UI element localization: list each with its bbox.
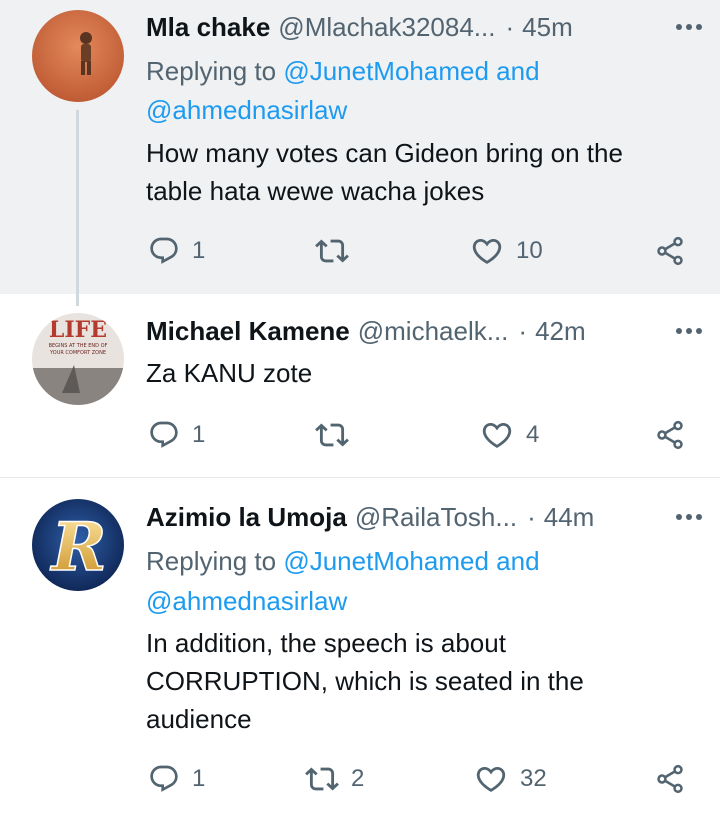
tweet-michael-kamene[interactable]: LIFE BEGINS AT THE END OF YOUR COMFORT Z…: [0, 294, 720, 477]
tweet-text: Za KANU zote: [146, 358, 313, 388]
avatar-text: BEGINS AT THE END OF: [49, 343, 108, 349]
user-handle[interactable]: @michaelk...: [358, 316, 509, 347]
like-button[interactable]: 10: [470, 231, 543, 271]
display-name[interactable]: Azimio la Umoja: [146, 502, 347, 533]
mention-link[interactable]: @ahmednasirlaw: [146, 91, 347, 129]
tweet-text: How many votes can Gideon bring on the: [146, 138, 623, 168]
tweet-text: audience: [146, 704, 252, 734]
share-icon: [654, 419, 686, 451]
share-button[interactable]: [654, 415, 686, 455]
share-icon: [654, 235, 686, 267]
retweet-count: 2: [351, 765, 365, 792]
avatar-letter: R: [50, 508, 107, 586]
reply-icon: [148, 763, 180, 795]
retweet-icon: [305, 762, 339, 796]
retweet-icon: [315, 234, 349, 268]
tweet-text: CORRUPTION, which is seated in the: [146, 666, 584, 696]
heart-icon: [480, 418, 514, 452]
like-count: 32: [520, 765, 547, 792]
reply-icon: [148, 235, 180, 267]
reply-count: 1: [192, 765, 206, 792]
timestamp[interactable]: 44m: [544, 502, 595, 533]
display-name[interactable]: Michael Kamene: [146, 316, 350, 347]
tweet-header: Azimio la Umoja @RailaTosh... · 44m: [146, 497, 704, 537]
reply-button[interactable]: 1: [148, 415, 205, 455]
reply-count: 1: [192, 421, 206, 448]
mention-link[interactable]: @ahmednasirlaw: [146, 582, 347, 620]
user-handle[interactable]: @RailaTosh...: [355, 502, 517, 533]
user-handle[interactable]: @Mlachak32084...: [278, 12, 495, 43]
separator-dot: ·: [505, 11, 515, 42]
avatar-azimio-la-umoja[interactable]: R: [32, 499, 124, 591]
heart-icon: [470, 234, 504, 268]
mention-link[interactable]: @JunetMohamed and: [283, 56, 539, 86]
retweet-button[interactable]: [315, 415, 361, 455]
avatar-text: YOUR COMFORT ZONE: [49, 350, 106, 356]
retweet-icon: [315, 418, 349, 452]
like-count: 4: [526, 421, 540, 448]
retweet-button[interactable]: 2: [305, 759, 364, 799]
timestamp[interactable]: 45m: [522, 12, 573, 43]
like-button[interactable]: 32: [474, 759, 547, 799]
avatar-text: LIFE: [49, 317, 107, 343]
tweet-header: Michael Kamene @michaelk... · 42m: [146, 311, 704, 351]
reply-count: 1: [192, 237, 206, 264]
like-count: 10: [516, 237, 543, 264]
replying-to: Replying to @JunetMohamed and: [146, 542, 540, 580]
thread-connector-line: [76, 110, 79, 306]
avatar-michael-kamene[interactable]: LIFE BEGINS AT THE END OF YOUR COMFORT Z…: [32, 313, 124, 405]
retweet-button[interactable]: [315, 231, 361, 271]
reply-button[interactable]: 1: [148, 759, 205, 799]
display-name[interactable]: Mla chake: [146, 12, 270, 43]
tweet-text: table hata wewe wacha jokes: [146, 176, 485, 206]
replying-to-label: Replying to: [146, 546, 277, 576]
avatar-mla-chake[interactable]: [32, 10, 124, 102]
replying-to: Replying to @JunetMohamed and: [146, 52, 540, 90]
share-button[interactable]: [654, 231, 686, 271]
timestamp[interactable]: 42m: [535, 316, 586, 347]
more-icon[interactable]: [674, 502, 704, 532]
reply-button[interactable]: 1: [148, 231, 205, 271]
like-button[interactable]: 4: [480, 415, 539, 455]
heart-icon: [474, 762, 508, 796]
share-button[interactable]: [654, 759, 686, 799]
mention-link[interactable]: @JunetMohamed and: [283, 546, 539, 576]
tweet-text: In addition, the speech is about: [146, 628, 506, 658]
tweet-header: Mla chake @Mlachak32084... · 45m: [146, 7, 704, 47]
tweet-mla-chake[interactable]: Mla chake @Mlachak32084... · 45m Replyin…: [0, 0, 720, 294]
more-icon[interactable]: [674, 12, 704, 42]
replying-to-label: Replying to: [146, 56, 277, 86]
more-icon[interactable]: [674, 316, 704, 346]
reply-icon: [148, 419, 180, 451]
tweet-azimio-la-umoja[interactable]: R Azimio la Umoja @RailaTosh... · 44m Re…: [0, 478, 720, 814]
separator-dot: ·: [527, 501, 536, 532]
share-icon: [654, 763, 686, 795]
separator-dot: ·: [518, 315, 528, 346]
